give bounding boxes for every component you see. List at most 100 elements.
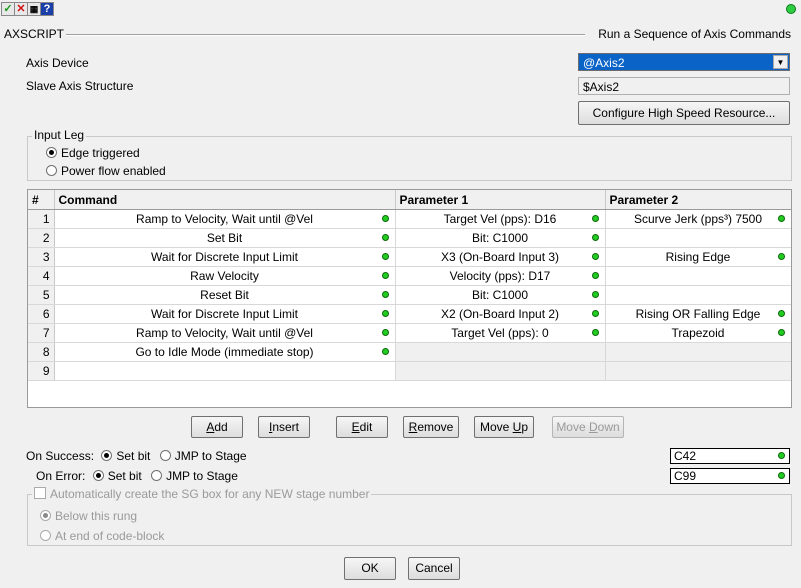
configure-high-speed-button[interactable]: Configure High Speed Resource... <box>578 101 790 125</box>
on-error-field[interactable]: C99 <box>670 468 790 484</box>
column-header-param1: Parameter 1 <box>395 190 606 210</box>
table-row[interactable]: 7 Ramp to Velocity, Wait until @Vel Target… <box>28 323 791 343</box>
parameter2-cell[interactable] <box>605 266 791 286</box>
row-number-cell: 5 <box>28 285 55 305</box>
column-header-number: # <box>28 190 55 210</box>
checkbox-icon[interactable] <box>34 487 46 499</box>
command-cell[interactable]: Set Bit <box>54 228 396 248</box>
command-table[interactable]: # Command Parameter 1 Parameter 2 1 Ramp … <box>27 189 792 408</box>
radio-button-icon[interactable] <box>46 165 57 176</box>
radio-button-icon[interactable] <box>40 530 51 541</box>
parameter2-cell[interactable]: Rising Edge <box>605 247 791 267</box>
edit-button[interactable]: Edit <box>336 416 388 438</box>
parameter2-cell[interactable] <box>605 228 791 248</box>
parameter1-cell[interactable]: X2 (On-Board Input 2) <box>395 304 606 324</box>
table-row[interactable]: 6 Wait for Discrete Input Limit X2 (On-Boa… <box>28 304 791 324</box>
radio-end-code-block[interactable]: At end of code-block <box>40 529 164 543</box>
parameter1-cell[interactable]: X3 (On-Board Input 3) <box>395 247 606 267</box>
auto-create-checkbox[interactable]: Automatically create the SG box for any … <box>32 487 372 501</box>
status-indicator-icon <box>786 4 796 14</box>
command-text: Wait for Discrete Input Limit <box>151 250 298 264</box>
command-cell[interactable] <box>54 361 396 381</box>
insert-button[interactable]: Insert <box>258 416 310 438</box>
parameter1-cell[interactable]: Target Vel (pps): 0 <box>395 323 606 343</box>
check-icon[interactable]: ✓ <box>1 2 15 16</box>
parameter1-cell[interactable]: Bit: C1000 <box>395 228 606 248</box>
axis-device-select[interactable]: @Axis2 ▼ <box>578 53 790 71</box>
row-number-cell: 7 <box>28 323 55 343</box>
row-number-text: 6 <box>42 307 50 321</box>
close-icon[interactable]: ✕ <box>14 2 28 16</box>
table-row[interactable]: 1 Ramp to Velocity, Wait until @Vel Target… <box>28 209 791 229</box>
parameter2-text: Rising Edge <box>665 250 731 264</box>
chevron-down-icon[interactable]: ▼ <box>773 55 788 69</box>
header-divider <box>66 34 585 36</box>
row-number-text: 1 <box>42 212 50 226</box>
add-button[interactable]: Add <box>191 416 243 438</box>
valid-dot-icon <box>777 253 785 260</box>
valid-dot-icon <box>778 452 785 459</box>
on-success-field[interactable]: C42 <box>670 448 790 464</box>
radio-power-flow[interactable]: Power flow enabled <box>46 164 166 178</box>
row-number-text: 5 <box>42 288 50 302</box>
cancel-button[interactable]: Cancel <box>408 557 460 580</box>
command-cell[interactable]: Go to Idle Mode (immediate stop) <box>54 342 396 362</box>
table-row[interactable]: 9 <box>28 361 791 381</box>
parameter1-cell[interactable] <box>395 361 606 381</box>
row-number-text: 4 <box>42 269 50 283</box>
row-number-text: 3 <box>42 250 50 264</box>
parameter1-cell[interactable]: Velocity (pps): D17 <box>395 266 606 286</box>
radio-edge-triggered[interactable]: Edge triggered <box>46 146 140 160</box>
table-row[interactable]: 5 Reset Bit Bit: C1000 <box>28 285 791 305</box>
table-header-row: # Command Parameter 1 Parameter 2 <box>28 190 791 210</box>
radio-below-rung[interactable]: Below this rung <box>40 509 137 523</box>
radio-button-icon[interactable] <box>92 470 104 481</box>
command-cell[interactable]: Ramp to Velocity, Wait until @Vel <box>54 209 396 229</box>
screenshot-icon[interactable]: ▦ <box>27 2 41 16</box>
parameter2-cell[interactable]: Scurve Jerk (pps³) 7500 <box>605 209 791 229</box>
move-up-button[interactable]: Move Up <box>474 416 534 438</box>
parameter2-cell[interactable] <box>605 342 791 362</box>
command-cell[interactable]: Reset Bit <box>54 285 396 305</box>
parameter2-cell[interactable] <box>605 361 791 381</box>
radio-button-icon[interactable] <box>101 450 113 461</box>
command-text: Reset Bit <box>200 288 249 302</box>
remove-button[interactable]: Remove <box>403 416 459 438</box>
parameter1-cell[interactable]: Target Vel (pps): D16 <box>395 209 606 229</box>
radio-button-icon[interactable] <box>40 510 51 521</box>
radio-button-icon[interactable] <box>159 450 171 461</box>
auto-create-label: Automatically create the SG box for any … <box>50 487 370 501</box>
radio-button-icon[interactable] <box>46 147 57 158</box>
command-cell[interactable]: Raw Velocity <box>54 266 396 286</box>
valid-dot-icon <box>777 215 785 222</box>
table-row[interactable]: 3 Wait for Discrete Input Limit X3 (On-Boa… <box>28 247 791 267</box>
radio-button-icon[interactable] <box>151 470 163 481</box>
move-down-button[interactable]: Move Down <box>552 416 624 438</box>
command-text: Go to Idle Mode (immediate stop) <box>135 345 314 359</box>
table-row[interactable]: 8 Go to Idle Mode (immediate stop) <box>28 342 791 362</box>
parameter2-cell[interactable]: Trapezoid <box>605 323 791 343</box>
table-row[interactable]: 2 Set Bit Bit: C1000 <box>28 228 791 248</box>
table-row[interactable]: 4 Raw Velocity Velocity (pps): D17 <box>28 266 791 286</box>
command-text: Wait for Discrete Input Limit <box>151 307 298 321</box>
valid-dot-icon <box>381 272 389 279</box>
valid-dot-icon <box>591 215 599 222</box>
command-cell[interactable]: Wait for Discrete Input Limit <box>54 304 396 324</box>
help-icon[interactable]: ? <box>40 2 54 16</box>
on-error-label: On Error: <box>36 469 86 483</box>
command-cell[interactable]: Ramp to Velocity, Wait until @Vel <box>54 323 396 343</box>
valid-dot-icon <box>777 310 785 317</box>
parameter2-text: Trapezoid <box>671 326 725 340</box>
valid-dot-icon <box>591 234 599 241</box>
parameter2-cell[interactable]: Rising OR Falling Edge <box>605 304 791 324</box>
row-number-text: 8 <box>42 345 50 359</box>
command-cell[interactable]: Wait for Discrete Input Limit <box>54 247 396 267</box>
parameter1-cell[interactable] <box>395 342 606 362</box>
parameter1-text: X2 (On-Board Input 2) <box>440 307 560 321</box>
parameter1-cell[interactable]: Bit: C1000 <box>395 285 606 305</box>
parameter1-text: Target Vel (pps): 0 <box>451 326 549 340</box>
on-success-value: C42 <box>674 449 697 463</box>
parameter2-cell[interactable] <box>605 285 791 305</box>
parameter1-text: Bit: C1000 <box>471 231 529 245</box>
ok-button[interactable]: OK <box>344 557 396 580</box>
